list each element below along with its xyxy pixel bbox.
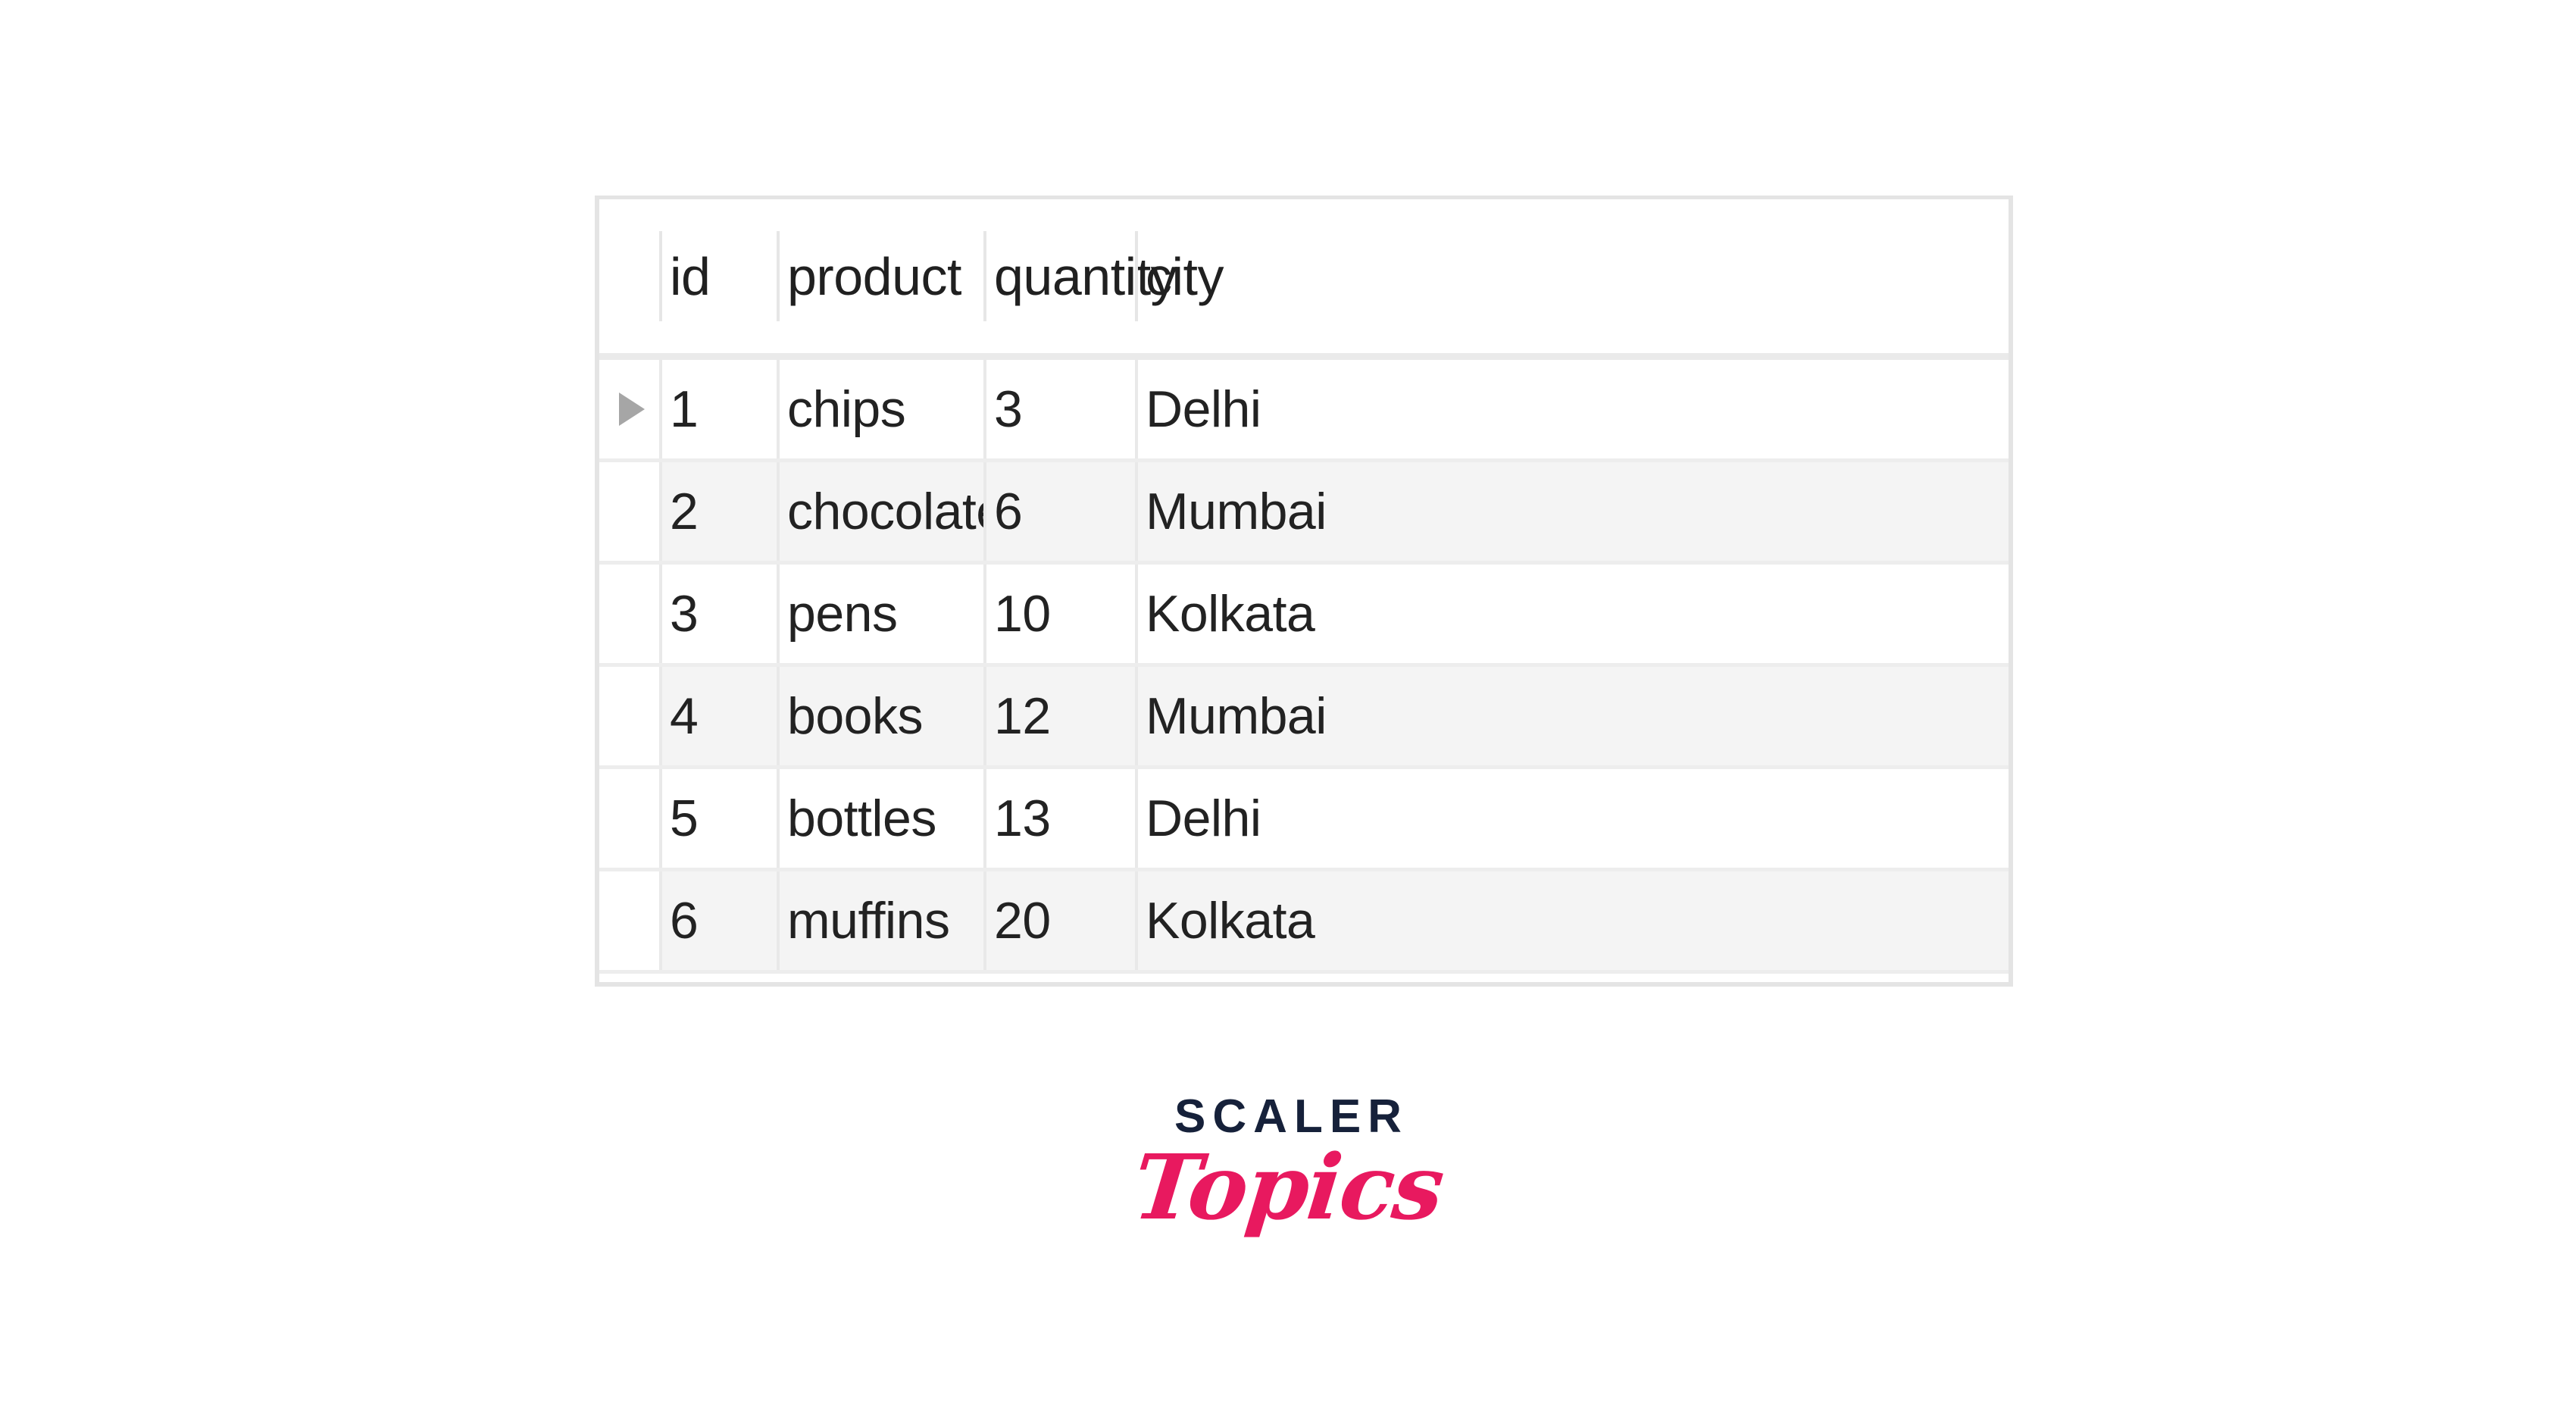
cell-product-value: bottles <box>787 790 936 847</box>
cell-id-value: 5 <box>670 790 699 847</box>
cell-city[interactable]: Kolkata <box>1135 565 2009 667</box>
table-row[interactable]: 5 bottles 13 Delhi <box>599 769 2009 871</box>
cell-product[interactable]: chocolates <box>777 462 1030 565</box>
cell-product-value: books <box>787 687 923 745</box>
cell-quantity[interactable]: 20 <box>983 871 1135 974</box>
logo-topics-wordmark: Topics <box>1128 1134 1448 1240</box>
cell-quantity-value: 12 <box>994 687 1051 745</box>
cell-id[interactable]: 6 <box>659 871 777 974</box>
result-grid-inner: id product quantity city 1 chips 3 Delhi… <box>599 199 2009 982</box>
cell-quantity[interactable]: 6 <box>983 462 1135 565</box>
table-row[interactable]: 4 books 12 Mumbai <box>599 667 2009 769</box>
cell-city-value: Kolkata <box>1146 892 1315 949</box>
table-row[interactable]: 6 muffins 20 Kolkata <box>599 871 2009 974</box>
row-selected-triangle-icon <box>619 393 645 426</box>
cell-city[interactable]: Kolkata <box>1135 871 2009 974</box>
column-header-quantity[interactable]: quantity <box>983 199 1177 353</box>
header-gutter-cell <box>599 199 659 353</box>
cell-quantity[interactable]: 12 <box>983 667 1135 769</box>
cell-quantity[interactable]: 10 <box>983 565 1135 667</box>
cell-quantity-value: 20 <box>994 892 1051 949</box>
cell-id[interactable]: 2 <box>659 462 777 565</box>
row-selector-cell[interactable] <box>599 769 659 871</box>
row-selector-cell[interactable] <box>599 360 659 462</box>
cell-city-value: Delhi <box>1146 790 1261 847</box>
cell-id-value: 1 <box>670 380 699 438</box>
logo-scaler-wordmark: SCALER <box>1174 1090 1408 1143</box>
cell-city-value: Kolkata <box>1146 585 1315 643</box>
cell-id-value: 6 <box>670 892 699 949</box>
row-selector-cell[interactable] <box>599 667 659 769</box>
cell-quantity-value: 10 <box>994 585 1051 643</box>
cell-quantity-value: 6 <box>994 483 1023 540</box>
cell-id[interactable]: 4 <box>659 667 777 769</box>
column-header-city[interactable]: city <box>1135 199 2009 353</box>
cell-id-value: 4 <box>670 687 699 745</box>
cell-city-value: Mumbai <box>1146 483 1327 540</box>
cell-id[interactable]: 5 <box>659 769 777 871</box>
table-row[interactable]: 1 chips 3 Delhi <box>599 360 2009 462</box>
column-header-id-label: id <box>670 246 711 306</box>
row-selector-cell[interactable] <box>599 871 659 974</box>
row-selector-cell[interactable] <box>599 462 659 565</box>
cell-city[interactable]: Mumbai <box>1135 667 2009 769</box>
result-grid: id product quantity city 1 chips 3 Delhi… <box>595 196 2013 987</box>
cell-city[interactable]: Mumbai <box>1135 462 2009 565</box>
cell-city[interactable]: Delhi <box>1135 769 2009 871</box>
cell-id-value: 2 <box>670 483 699 540</box>
cell-id[interactable]: 1 <box>659 360 777 462</box>
cell-city[interactable]: Delhi <box>1135 360 2009 462</box>
column-header-id[interactable]: id <box>659 199 777 353</box>
cell-city-value: Mumbai <box>1146 687 1327 745</box>
row-selector-cell[interactable] <box>599 565 659 667</box>
table-row[interactable]: 2 chocolates 6 Mumbai <box>599 462 2009 565</box>
table-header-row: id product quantity city <box>599 199 2009 360</box>
cell-city-value: Delhi <box>1146 380 1261 438</box>
table-row[interactable]: 3 pens 10 Kolkata <box>599 565 2009 667</box>
cell-id-value: 3 <box>670 585 699 643</box>
column-header-product-label: product <box>787 246 961 306</box>
column-header-city-label: city <box>1146 246 1224 306</box>
cell-quantity-value: 3 <box>994 380 1023 438</box>
cell-product[interactable]: pens <box>777 565 983 667</box>
cell-product-value: chips <box>787 380 906 438</box>
table-body: 1 chips 3 Delhi 2 chocolates 6 Mumbai 3 … <box>599 360 2009 974</box>
cell-product[interactable]: books <box>777 667 983 769</box>
cell-product[interactable]: muffins <box>777 871 983 974</box>
cell-quantity[interactable]: 13 <box>983 769 1135 871</box>
column-header-product[interactable]: product <box>777 199 983 353</box>
cell-product-value: pens <box>787 585 898 643</box>
cell-id[interactable]: 3 <box>659 565 777 667</box>
cell-product[interactable]: bottles <box>777 769 983 871</box>
scaler-topics-logo: SCALER Topics <box>0 1090 2576 1240</box>
cell-quantity-value: 13 <box>994 790 1051 847</box>
cell-quantity[interactable]: 3 <box>983 360 1135 462</box>
cell-product-value: muffins <box>787 892 950 949</box>
cell-product[interactable]: chips <box>777 360 983 462</box>
